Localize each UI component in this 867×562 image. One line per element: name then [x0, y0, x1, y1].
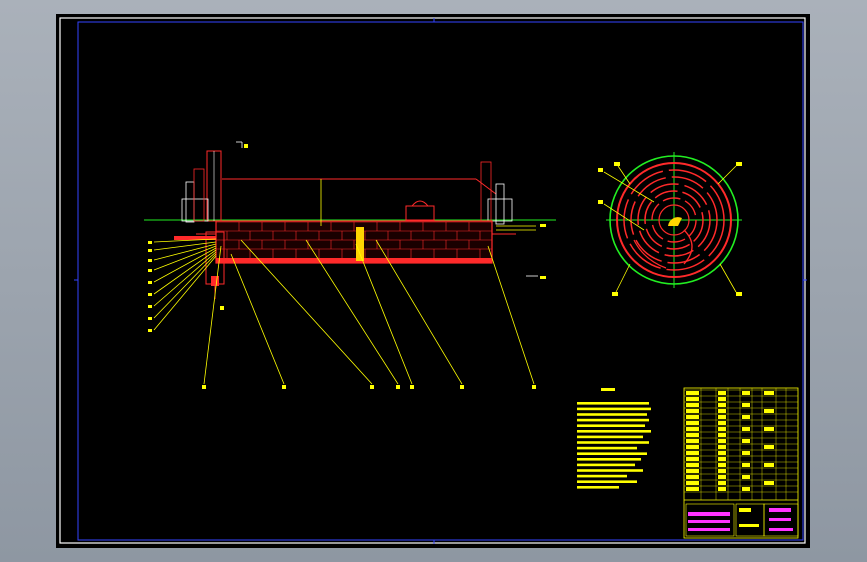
section-view	[144, 141, 556, 389]
title-block	[683, 387, 799, 539]
end-view	[598, 152, 742, 296]
drawing-sheet[interactable]	[56, 14, 810, 548]
technical-notes	[577, 388, 651, 489]
drawing-canvas	[59, 17, 807, 544]
cad-viewport[interactable]	[0, 0, 867, 562]
